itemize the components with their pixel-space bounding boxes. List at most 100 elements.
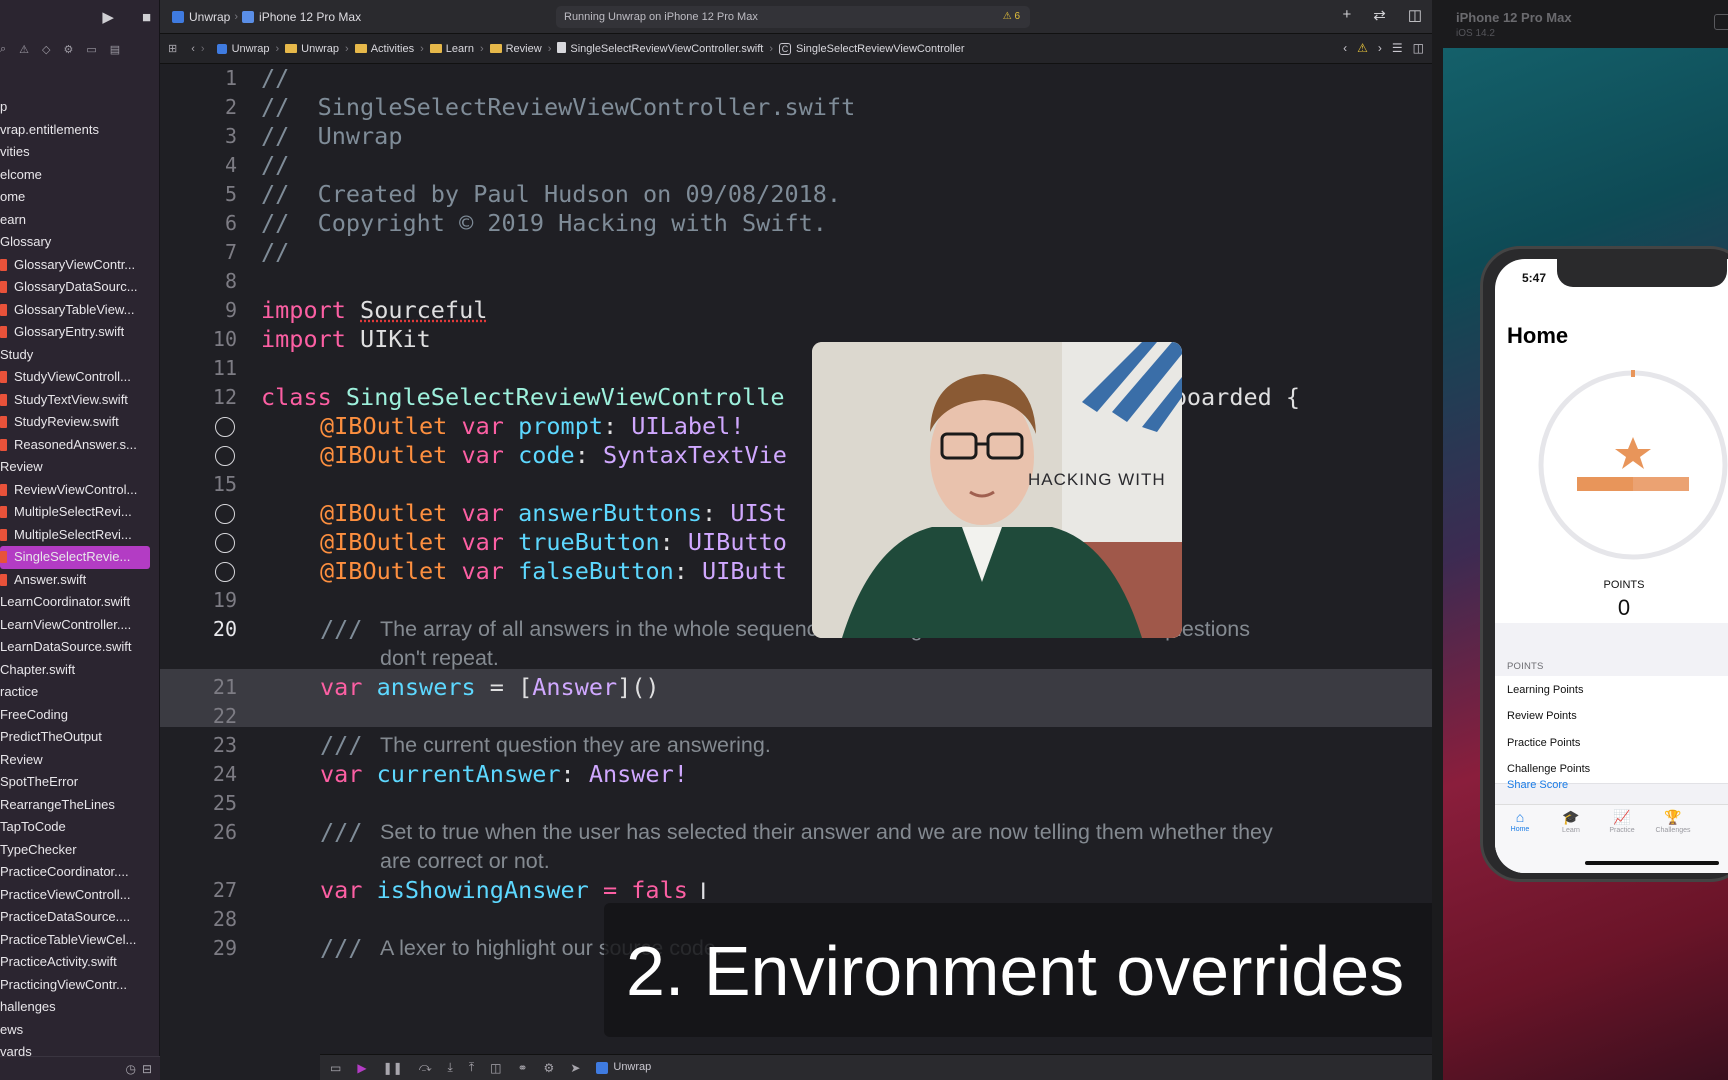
tree-item[interactable]: LearnDataSource.swift — [0, 636, 160, 659]
comment-text: // — [261, 151, 290, 179]
breakpoint-navigator-icon[interactable]: ▭ — [86, 43, 96, 56]
file-item[interactable]: ReasonedAnswer.s... — [0, 434, 160, 457]
tree-item[interactable]: vities — [0, 141, 160, 164]
screenshot-icon[interactable] — [1714, 14, 1728, 30]
tree-item[interactable]: LearnViewController.... — [0, 614, 160, 637]
list-row-practice-points[interactable]: Practice Points — [1495, 729, 1728, 758]
test-navigator-icon[interactable]: ◇ — [42, 43, 50, 56]
file-item[interactable]: GlossaryTableView... — [0, 299, 160, 322]
tree-item[interactable]: ews — [0, 1019, 160, 1042]
debug-target[interactable]: Unwrap — [596, 1061, 651, 1074]
step-out-icon[interactable]: ⤒ — [469, 1060, 474, 1075]
jump-item-learn[interactable]: Learn — [429, 43, 474, 55]
stop-icon[interactable]: ■ — [142, 9, 151, 26]
list-row-learning-points[interactable]: Learning Points — [1495, 676, 1728, 705]
tree-item[interactable]: earn — [0, 209, 160, 232]
tree-item[interactable]: Chapter.swift — [0, 659, 160, 682]
tree-item[interactable]: Glossary — [0, 231, 160, 254]
tree-item[interactable]: LearnCoordinator.swift — [0, 591, 160, 614]
search-icon[interactable]: ⌕ — [0, 43, 6, 56]
related-items-icon[interactable]: ⊞ — [168, 42, 177, 55]
file-item[interactable]: GlossaryEntry.swift — [0, 321, 160, 344]
next-issue-icon[interactable]: › — [1378, 41, 1382, 55]
warning-icon[interactable]: ⚠ — [1357, 41, 1368, 55]
tree-item[interactable]: hallenges — [0, 996, 160, 1019]
file-item[interactable]: SingleSelectRevie... — [0, 546, 150, 569]
jump-item-review[interactable]: Review — [489, 43, 542, 55]
tree-item[interactable]: SpotTheError — [0, 771, 160, 794]
recent-files-icon[interactable]: ◷ — [125, 1062, 135, 1076]
outlet-connection-icon[interactable] — [215, 417, 235, 437]
step-in-icon[interactable]: ⤓ — [448, 1060, 453, 1075]
tree-item[interactable]: ractice — [0, 681, 160, 704]
scheme-selector[interactable]: Unwrap — [172, 10, 230, 24]
share-score-button[interactable]: Share Score — [1507, 779, 1568, 791]
memory-graph-icon[interactable]: ⚭ — [517, 1061, 527, 1075]
step-over-icon[interactable]: ⤼ — [419, 1060, 432, 1075]
report-navigator-icon[interactable]: ▤ — [110, 43, 120, 56]
tree-item[interactable]: Review — [0, 456, 160, 479]
add-icon[interactable]: + — [1342, 6, 1351, 24]
file-item[interactable]: Answer.swift — [0, 569, 160, 592]
file-item[interactable]: MultipleSelectRevi... — [0, 501, 160, 524]
location-icon[interactable]: ➤ — [570, 1061, 580, 1075]
tree-item[interactable]: PredictTheOutput — [0, 726, 160, 749]
forward-icon[interactable]: › — [201, 43, 205, 55]
filter-icon[interactable]: ⊟ — [142, 1062, 152, 1076]
code-review-icon[interactable]: ⇄ — [1373, 6, 1386, 24]
tree-item[interactable]: vrap.entitlements — [0, 119, 160, 142]
file-item[interactable]: GlossaryDataSourc... — [0, 276, 160, 299]
project-navigator: ▶ ■ ⌕ ⚠ ◇ ⚙ ▭ ▤ p vrap.entitlements vities… — [0, 0, 160, 1080]
file-item[interactable]: StudyTextView.swift — [0, 389, 160, 412]
back-icon[interactable]: ‹ — [191, 43, 195, 55]
toggle-console-icon[interactable]: ▭ — [330, 1061, 341, 1075]
file-item[interactable]: GlossaryViewContr... — [0, 254, 160, 277]
split-editor-icon[interactable]: ◫ — [1413, 41, 1424, 55]
breakpoints-icon[interactable]: ▶ — [357, 1061, 366, 1075]
warning-count[interactable]: ⚠ 6 — [1003, 6, 1020, 28]
tree-item[interactable]: elcome — [0, 164, 160, 187]
tree-item[interactable]: PracticeActivity.swift — [0, 951, 160, 974]
tab-challenges[interactable]: 🏆 Challenges — [1643, 809, 1703, 834]
outlet-connection-icon[interactable] — [215, 533, 235, 553]
file-item[interactable]: StudyReview.swift — [0, 411, 160, 434]
device-selector[interactable]: iPhone 12 Pro Max — [242, 10, 361, 24]
view-hierarchy-icon[interactable]: ◫ — [490, 1061, 501, 1075]
issue-navigator-icon[interactable]: ⚠ — [19, 43, 29, 56]
tree-item[interactable]: ome — [0, 186, 160, 209]
tree-item[interactable]: PracticeDataSource.... — [0, 906, 160, 929]
outlet-connection-icon[interactable] — [215, 446, 235, 466]
outlet-connection-icon[interactable] — [215, 562, 235, 582]
outlet-connection-icon[interactable] — [215, 504, 235, 524]
folder-icon — [489, 43, 502, 53]
run-icon[interactable]: ▶ — [102, 8, 114, 26]
tree-item[interactable]: TapToCode — [0, 816, 160, 839]
tree-item[interactable]: FreeCoding — [0, 704, 160, 727]
jump-item-project[interactable]: Unwrap — [216, 43, 269, 55]
tree-item[interactable]: PracticeViewControll... — [0, 884, 160, 907]
jump-item-activities[interactable]: Activities — [354, 43, 414, 55]
jump-item-class[interactable]: C SingleSelectReviewViewController — [779, 42, 965, 55]
tree-item[interactable]: PracticeTableViewCel... — [0, 929, 160, 952]
tree-item[interactable]: PracticeCoordinator.... — [0, 861, 160, 884]
previous-issue-icon[interactable]: ‹ — [1343, 41, 1347, 55]
file-item[interactable]: MultipleSelectRevi... — [0, 524, 160, 547]
tree-item[interactable]: Review — [0, 749, 160, 772]
file-item[interactable]: StudyViewControll... — [0, 366, 160, 389]
pause-icon[interactable]: ❚❚ — [383, 1061, 403, 1075]
list-row-review-points[interactable]: Review Points — [1495, 702, 1728, 731]
jump-item-group[interactable]: Unwrap — [285, 43, 339, 55]
tree-item[interactable]: p — [0, 96, 160, 119]
file-item[interactable]: ReviewViewControl... — [0, 479, 160, 502]
swift-file-icon — [0, 573, 7, 586]
editor-options-icon[interactable]: ☰ — [1392, 41, 1403, 55]
tree-item[interactable]: RearrangeTheLines — [0, 794, 160, 817]
jump-item-file[interactable]: SingleSelectReviewViewController.swift — [557, 42, 763, 55]
class-name: SingleSelectReviewViewControlle — [345, 383, 785, 411]
debug-navigator-icon[interactable]: ⚙ — [64, 43, 74, 56]
tree-item[interactable]: Study — [0, 344, 160, 367]
environment-overrides-icon[interactable]: ⚙ — [544, 1061, 555, 1075]
inspector-toggle-icon[interactable]: ◫ — [1408, 6, 1422, 24]
tree-item[interactable]: TypeChecker — [0, 839, 160, 862]
tree-item[interactable]: PracticingViewContr... — [0, 974, 160, 997]
